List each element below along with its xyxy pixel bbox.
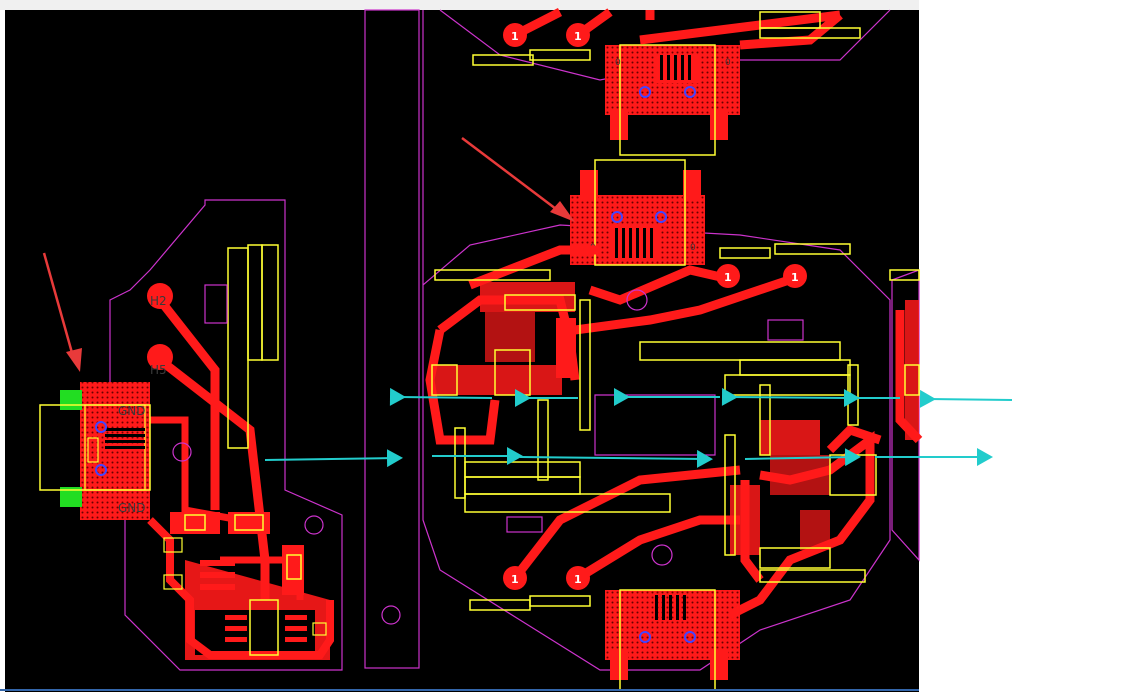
pad-one-label-2: 1 xyxy=(574,30,582,43)
board-background xyxy=(5,10,919,692)
pad-one-label-5: 1 xyxy=(511,573,519,586)
pad-one-label-3: 1 xyxy=(724,271,732,284)
pad-zero-label-2: 0 xyxy=(725,58,731,68)
label-gnd-bottom: GND xyxy=(118,501,146,515)
label-h5: H5 xyxy=(150,363,167,377)
label-gnd-top: GND xyxy=(118,404,146,418)
pad-zero-label-4: 0 xyxy=(690,243,696,253)
label-h2: H2 xyxy=(150,294,167,308)
connector-copper xyxy=(80,382,150,520)
green-pad-top xyxy=(60,390,82,410)
pad-one-label-4: 1 xyxy=(791,271,799,284)
pcb-layout-canvas: H2 H5 GND GND 0 0 0 0 1 1 1 1 1 1 xyxy=(0,7,1013,692)
pad-zero-label-1: 0 xyxy=(615,58,621,68)
pad-one-label-1: 1 xyxy=(511,30,519,43)
pad-one-label-6: 1 xyxy=(574,573,582,586)
